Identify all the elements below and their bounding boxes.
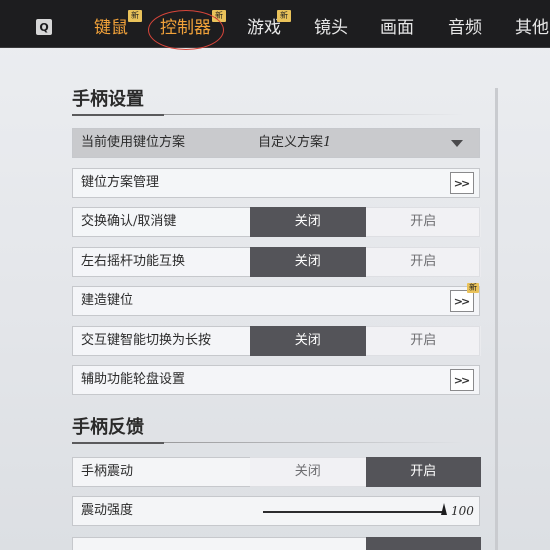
row-label: 手柄震动 (81, 464, 134, 479)
row-label: 左右摇杆功能互换 (81, 254, 186, 269)
swap-stick-toggle: 关闭 开启 (250, 247, 481, 277)
tab-camera[interactable]: 镜头 (314, 16, 348, 40)
double-chevron-right-icon[interactable]: >> (450, 290, 474, 312)
row-label: 震动强度 (81, 503, 134, 518)
dropdown-number: 1 (323, 135, 332, 150)
tab-other[interactable]: 其他 (515, 16, 549, 40)
row-label: 辅助功能轮盘设置 (81, 372, 186, 387)
assist-wheel-row[interactable]: 辅助功能轮盘设置 >> (72, 365, 480, 395)
row-label: 建造键位 (81, 293, 134, 308)
scheme-manage-row[interactable]: 键位方案管理 >> (72, 168, 480, 198)
double-chevron-right-icon[interactable]: >> (450, 172, 474, 194)
scheme-dropdown[interactable]: 自定义方案1 (258, 129, 331, 157)
build-keys-row[interactable]: 建造键位 >> 新 (72, 283, 480, 316)
interact-long-toggle: 关闭 开启 (250, 326, 481, 356)
new-badge: 新 (467, 283, 479, 293)
tab-label: 音频 (448, 18, 482, 38)
toggle-off-option[interactable]: 关闭 (250, 326, 366, 356)
section-divider (72, 114, 464, 116)
row-label: 当前使用键位方案 (81, 135, 186, 150)
tab-game[interactable]: 游戏 新 (247, 10, 291, 40)
next-setting-row-partial (72, 537, 481, 550)
row-label: 交换确认/取消键 (81, 214, 177, 229)
section-divider (72, 442, 464, 444)
tab-keyboard-mouse[interactable]: 键鼠 新 (94, 10, 142, 40)
intensity-value: 100 (451, 504, 474, 518)
caret-down-icon[interactable] (451, 140, 463, 147)
swap-confirm-row: 交换确认/取消键 关闭 开启 (72, 207, 481, 237)
vibration-intensity-row: 震动强度 100 (72, 496, 480, 526)
interact-long-press-row: 交互键智能切换为长按 关闭 开启 (72, 326, 481, 356)
vibration-toggle: 关闭 开启 (250, 457, 481, 487)
dropdown-text: 自定义方案 (258, 135, 324, 150)
row-label: 交互键智能切换为长按 (81, 333, 212, 348)
toggle-off-option[interactable]: 关闭 (250, 457, 366, 487)
section-title-gamepad-feedback: 手柄反馈 (72, 417, 144, 438)
toggle-on-option[interactable]: 开启 (365, 326, 481, 356)
tab-label: 镜头 (314, 18, 348, 38)
scrollbar[interactable] (495, 88, 498, 550)
toggle-off-option[interactable]: 关闭 (250, 207, 366, 237)
tab-label: 键鼠 (94, 18, 128, 38)
toggle-on-option[interactable]: 开启 (365, 207, 481, 237)
toggle-on-option[interactable]: 开启 (365, 457, 481, 487)
tab-graphics[interactable]: 画面 (380, 16, 414, 40)
tab-audio[interactable]: 音频 (448, 16, 482, 40)
swap-confirm-toggle: 关闭 开启 (250, 207, 481, 237)
top-nav-bar: Q 键鼠 新 控制器 新 游戏 新 镜头 画面 音频 其他 (0, 0, 550, 50)
new-badge: 新 (277, 10, 291, 22)
section-title-gamepad-settings: 手柄设置 (72, 89, 144, 110)
swap-stick-row: 左右摇杆功能互换 关闭 开启 (72, 247, 481, 277)
current-scheme-row: 当前使用键位方案 自定义方案1 (72, 128, 480, 158)
tab-label: 画面 (380, 18, 414, 38)
toggle-off-option[interactable]: 关闭 (250, 247, 366, 277)
intensity-slider-track[interactable] (263, 511, 445, 513)
new-badge: 新 (128, 10, 142, 22)
tab-label: 游戏 (247, 18, 281, 38)
row-label: 键位方案管理 (81, 175, 160, 190)
toggle-on-option[interactable]: 开启 (365, 247, 481, 277)
q-key-hint-icon[interactable]: Q (36, 19, 52, 35)
highlight-circle-annotation (148, 10, 224, 50)
double-chevron-right-icon[interactable]: >> (450, 369, 474, 391)
intensity-slider-handle[interactable] (441, 503, 447, 515)
toggle-selected-option-partial[interactable] (366, 537, 481, 550)
vibration-row: 手柄震动 关闭 开启 (72, 457, 481, 487)
tab-label: 其他 (515, 18, 549, 38)
